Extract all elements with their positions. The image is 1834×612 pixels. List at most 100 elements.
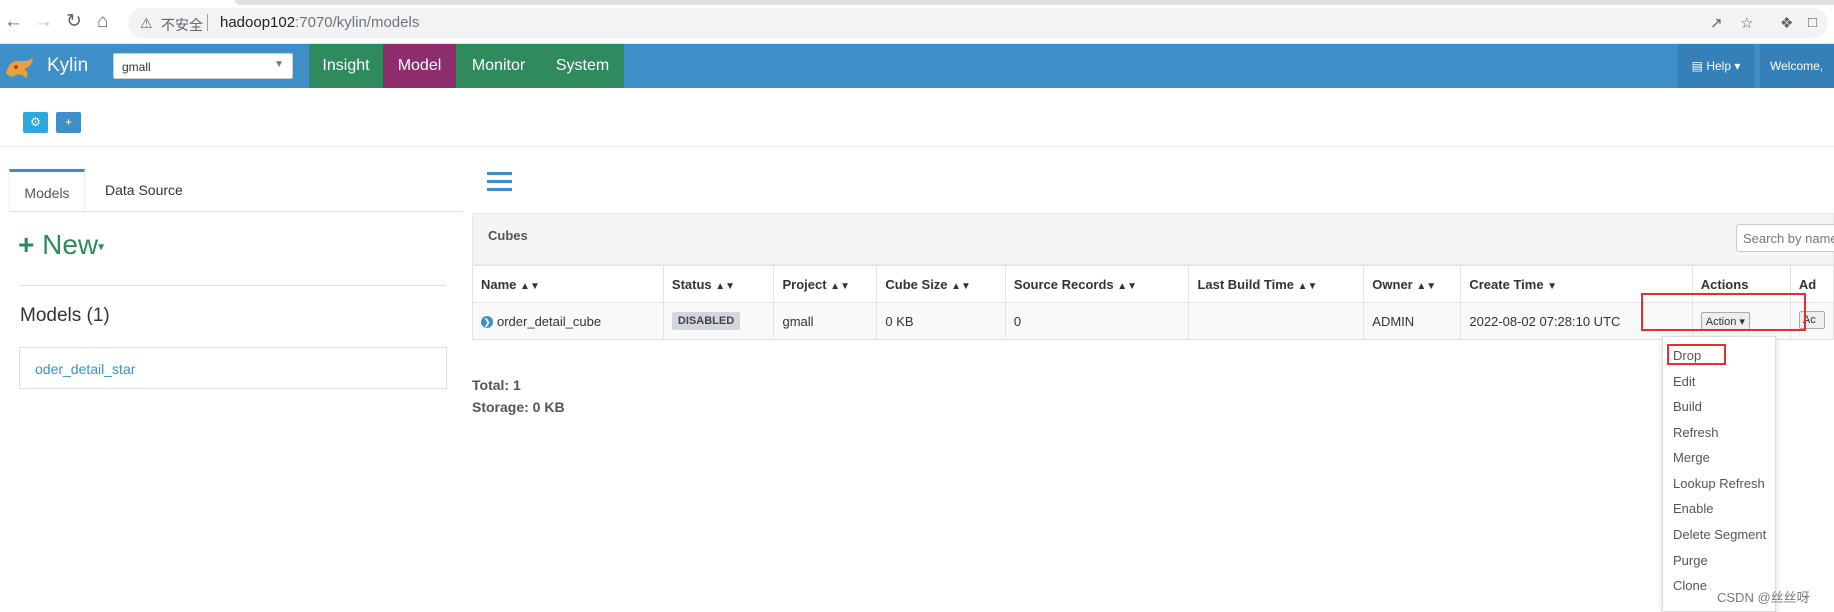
table-row: ❯ order_detail_cube DISABLED gmall 0 KB 0… [472,302,1834,340]
model-item[interactable]: oder_detail_star [19,347,447,389]
plus-icon: + [18,229,35,260]
column-label: Last Build Time [1197,276,1294,292]
status-badge: DISABLED [671,312,741,330]
column-header-status[interactable]: Status ▲▼ [662,265,775,303]
highlight-box-action [1641,293,1806,331]
column-label: Name [481,276,517,292]
column-label: Create Time [1469,276,1544,292]
user-menu[interactable]: Welcome, [1760,44,1834,88]
menu-item-merge[interactable]: Merge [1673,450,1710,465]
help-label: Help [1706,59,1731,73]
kylin-logo-icon [6,57,33,78]
model-item-link[interactable]: oder_detail_star [35,361,135,377]
nav-tab-monitor[interactable]: Monitor [456,44,541,88]
bookmark-star-icon[interactable]: ☆ [1740,14,1753,32]
sort-icon: ▲▼ [520,280,540,292]
column-header-last-build-time[interactable]: Last Build Time ▲▼ [1188,265,1365,303]
cubes-panel-header: Cubes [472,213,1834,265]
add-button[interactable]: + [56,112,81,133]
column-label: Owner [1372,276,1413,292]
column-header-project[interactable]: Project ▲▼ [773,265,878,303]
sort-icon: ▲▼ [951,280,971,292]
forward-icon[interactable]: → [34,12,53,32]
side-panel-icon[interactable]: □ [1808,14,1817,31]
nav-tab-model[interactable]: Model [383,44,456,88]
tab-models[interactable]: Models [9,169,85,211]
tab-data-source[interactable]: Data Source [105,169,183,211]
menu-item-clone[interactable]: Clone [1673,578,1707,593]
gears-icon: ⚙ [30,115,41,129]
url-host: hadoop102 [220,14,296,31]
new-label: New [42,229,99,260]
column-label: Ad [1798,276,1817,292]
caret-down-icon: ▾ [1734,59,1741,73]
column-label: Source Records [1013,276,1114,292]
column-label: Project [782,276,827,292]
browser-toolbar: ← → ↻ ⌂ ⚠ 不安全 hadoop102:7070/kylin/model… [0,0,1834,44]
menu-item-edit[interactable]: Edit [1673,374,1695,389]
url-path: :7070/kylin/models [295,14,420,31]
chevron-down-icon: ▼ [274,59,284,70]
column-header-source-records[interactable]: Source Records ▲▼ [1004,265,1190,303]
cell-source-records: 0 [1004,302,1190,340]
cell-status: DISABLED [662,302,775,340]
app-brand[interactable]: Kylin [47,55,88,77]
help-menu[interactable]: ▤ Help ▾ [1678,44,1754,88]
sort-icon: ▲▼ [830,280,850,292]
toolbar-divider [0,146,1834,147]
column-label: Actions [1700,276,1749,292]
cube-name: order_detail_cube [497,313,602,329]
sort-icon: ▲▼ [1416,280,1437,292]
search-input[interactable]: Search by name [1736,224,1834,252]
left-divider [19,285,446,286]
menu-item-build[interactable]: Build [1673,399,1702,414]
sort-icon: ▲▼ [1117,280,1138,292]
security-label: 不安全 [161,17,203,33]
sort-icon: ▲▼ [1297,280,1318,292]
watermark: CSDN @丝丝呀 [1717,590,1810,605]
table-header-row: Name ▲▼ Status ▲▼ Project ▲▼ Cube Size ▲… [472,265,1834,303]
menu-item-refresh[interactable]: Refresh [1673,425,1719,440]
cell-project: gmall [773,302,878,340]
menu-item-delete-segment[interactable]: Delete Segment [1673,527,1766,542]
caret-down-icon: ▾ [98,239,105,254]
cubes-table: Name ▲▼ Status ▲▼ Project ▲▼ Cube Size ▲… [472,265,1834,340]
settings-gears-button[interactable]: ⚙ [23,112,48,133]
highlight-box-drop [1667,344,1726,365]
cell-owner: ADMIN [1363,302,1462,340]
cell-name[interactable]: ❯ order_detail_cube [472,302,664,340]
address-separator [207,14,208,31]
column-header-owner[interactable]: Owner ▲▼ [1363,265,1462,303]
warning-icon: ⚠ [140,15,153,31]
sort-icon: ▲▼ [715,280,736,292]
browser-tab-strip [235,0,1834,5]
address-bar[interactable]: ⚠ 不安全 hadoop102:7070/kylin/models ↗ ☆ ❖ … [128,8,1828,38]
menu-item-lookup-refresh[interactable]: Lookup Refresh [1673,476,1765,491]
column-label: Cube Size [885,276,948,292]
plus-icon: + [64,115,72,129]
book-icon: ▤ [1691,59,1703,73]
expand-chevron-icon[interactable]: ❯ [481,316,493,329]
new-button[interactable]: + New▾ [18,229,104,261]
nav-tab-system[interactable]: System [541,44,624,88]
share-icon[interactable]: ↗ [1710,14,1723,32]
column-header-name[interactable]: Name ▲▼ [472,265,664,303]
models-title: Models (1) [20,305,110,326]
cubes-header: Cubes [488,228,528,243]
project-select[interactable]: gmall ▼ [113,53,293,79]
cell-cube-size: 0 KB [876,302,1006,340]
cubes-summary: Total: 1 Storage: 0 KB [472,374,565,418]
extensions-puzzle-icon[interactable]: ❖ [1780,14,1793,32]
home-icon[interactable]: ⌂ [97,12,108,32]
storage-total: Storage: 0 KB [472,399,565,415]
reload-icon[interactable]: ↻ [66,12,82,32]
nav-tab-insight[interactable]: Insight [309,44,383,88]
menu-toggle-icon[interactable] [487,172,512,192]
back-icon[interactable]: ← [4,12,23,32]
url-text[interactable]: hadoop102:7070/kylin/models [220,14,419,31]
menu-item-purge[interactable]: Purge [1673,553,1708,568]
total-count: Total: 1 [472,377,521,393]
column-header-cube-size[interactable]: Cube Size ▲▼ [876,265,1006,303]
project-select-value: gmall [122,60,151,74]
menu-item-enable[interactable]: Enable [1673,501,1713,516]
